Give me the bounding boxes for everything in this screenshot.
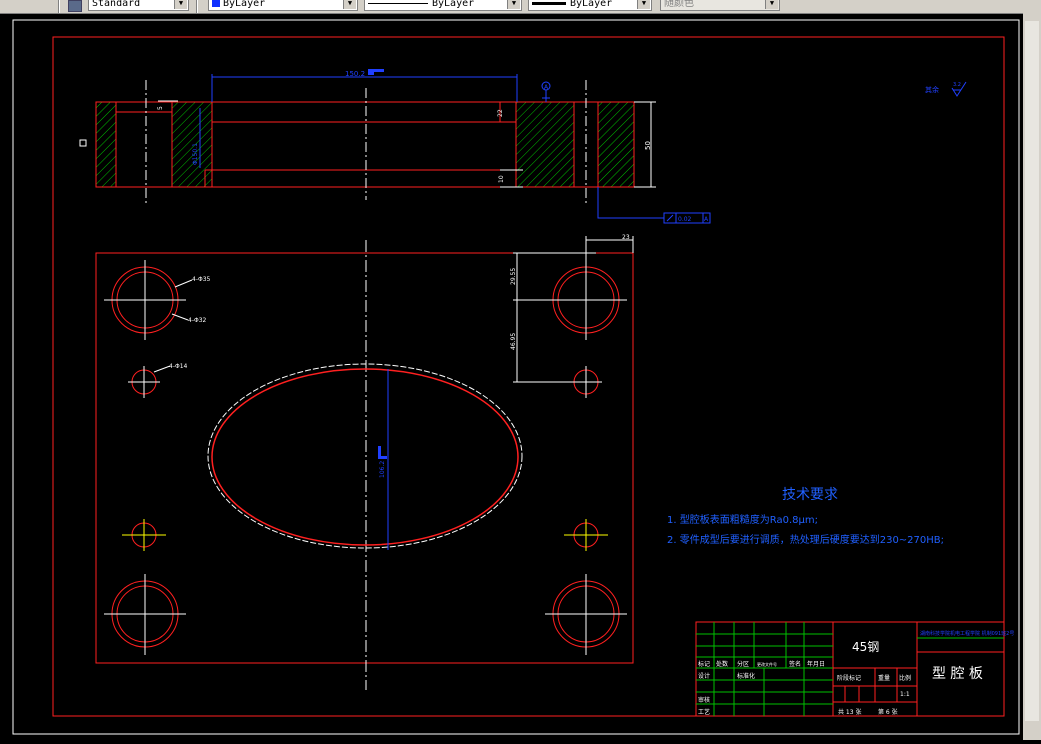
scrollbar-track[interactable] bbox=[1025, 21, 1039, 721]
hatch-right-inner bbox=[515, 101, 575, 188]
dim-22: 22 bbox=[497, 109, 504, 117]
dim-top-width: 150.2 bbox=[345, 70, 365, 78]
dim-depth-5: 5 bbox=[157, 106, 164, 110]
plot-style-value: 随颜色 bbox=[664, 0, 694, 9]
tb-header-docno: 更改文件号 bbox=[757, 661, 777, 667]
dim-29-55: 29.55 bbox=[510, 268, 517, 285]
properties-toolbar: Standard ▼ ByLayer ▼ ByLayer ▼ ByLayer ▼… bbox=[0, 0, 1041, 14]
drawing-canvas[interactable]: 150.2 5 Φ150.1 22 10 50 A 0.02 A 其余 3.2 … bbox=[0, 13, 1041, 740]
cad-drawing: 150.2 5 Φ150.1 22 10 50 A 0.02 A 其余 3.2 … bbox=[12, 19, 1020, 735]
cavity-outline bbox=[207, 363, 523, 549]
color-swatch-icon bbox=[212, 0, 220, 7]
chevron-down-icon[interactable]: ▼ bbox=[343, 0, 356, 9]
section-view: 150.2 5 Φ150.1 22 10 50 A 0.02 A bbox=[79, 69, 711, 224]
tb-row-design: 设计 bbox=[698, 672, 710, 680]
chevron-down-icon[interactable]: ▼ bbox=[637, 0, 650, 9]
hatch-left bbox=[95, 101, 117, 188]
tech-title: 技术要求 bbox=[782, 487, 838, 503]
tb-header-count: 处数 bbox=[716, 660, 728, 668]
text-style-icon[interactable] bbox=[68, 0, 82, 12]
linetype-sample-icon bbox=[368, 2, 428, 4]
plate-plan-outline bbox=[95, 252, 634, 664]
label-holes-large-b: 4-Φ32 bbox=[188, 317, 207, 324]
plot-style-dropdown[interactable]: 随颜色 ▼ bbox=[660, 0, 780, 11]
linetype-dropdown[interactable]: ByLayer ▼ bbox=[364, 0, 522, 11]
chevron-down-icon[interactable]: ▼ bbox=[507, 0, 520, 9]
hatch-right bbox=[597, 101, 635, 188]
tb-row-scale: 比例 bbox=[899, 674, 911, 682]
roughness-note: 其余 bbox=[925, 85, 939, 94]
text-style-value: Standard bbox=[92, 0, 141, 9]
tb-row-stage: 阶段标记 bbox=[837, 674, 861, 682]
chevron-down-icon[interactable]: ▼ bbox=[174, 0, 187, 9]
lineweight-sample-icon bbox=[532, 1, 566, 5]
label-holes-large-a: 4-Φ35 bbox=[192, 276, 211, 283]
lineweight-dropdown[interactable]: ByLayer ▼ bbox=[528, 0, 652, 11]
dim-106-2: 106.2 bbox=[379, 461, 386, 478]
tb-sheet-no: 第 6 张 bbox=[878, 708, 898, 716]
dim-23: 23 bbox=[622, 234, 630, 241]
tb-row-process: 工艺 bbox=[698, 708, 710, 716]
dim-bore: Φ150.1 bbox=[192, 143, 199, 165]
tb-row-review: 审核 bbox=[698, 696, 710, 704]
tb-school-name: 湖南科技学院机电工程学院 机制091班2号 bbox=[920, 630, 1014, 637]
tech-requirements: 技术要求 1. 型腔板表面粗糙度为Ra0.8μm; 2. 零件成型后要进行调质，… bbox=[667, 487, 944, 546]
tolerance-value: 0.02 bbox=[678, 216, 692, 223]
tech-item-1: 1. 型腔板表面粗糙度为Ra0.8μm; bbox=[667, 513, 818, 526]
roughness-value: 3.2 bbox=[953, 82, 961, 88]
tb-material: 45钢 bbox=[852, 640, 879, 654]
color-dropdown[interactable]: ByLayer ▼ bbox=[208, 0, 358, 11]
dim-50: 50 bbox=[644, 141, 652, 150]
color-value: ByLayer bbox=[223, 0, 266, 9]
tb-scale-value: 1:1 bbox=[900, 691, 910, 698]
tb-part-name: 型 腔 板 bbox=[932, 666, 983, 682]
roughness-symbol: 其余 3.2 bbox=[925, 81, 967, 97]
tb-header-mark: 标记 bbox=[698, 660, 710, 668]
tb-header-date: 年月日 bbox=[807, 660, 825, 668]
linetype-value: ByLayer bbox=[432, 0, 475, 9]
label-holes-small: 4-Φ14 bbox=[169, 363, 188, 370]
datum-mark: A bbox=[544, 84, 549, 91]
text-style-dropdown[interactable]: Standard ▼ bbox=[88, 0, 189, 11]
cavity-edge bbox=[211, 368, 519, 546]
dim-10: 10 bbox=[498, 175, 505, 183]
vertical-scrollbar[interactable] bbox=[1023, 13, 1041, 740]
tech-item-2: 2. 零件成型后要进行调质，热处理后硬度要达到230~270HB; bbox=[667, 533, 944, 546]
title-block: 标记 处数 分区 更改文件号 签名 年月日 设计 审核 工艺 标准化 阶段标记 … bbox=[695, 621, 1014, 717]
tb-header-sign: 签名 bbox=[789, 660, 801, 668]
toolbar-separator bbox=[196, 0, 198, 13]
tb-header-zone: 分区 bbox=[737, 660, 749, 668]
tb-sheet-total: 共 13 张 bbox=[838, 708, 861, 716]
lineweight-value: ByLayer bbox=[570, 0, 613, 9]
toolbar-separator bbox=[58, 0, 60, 13]
tb-row-weight: 重量 bbox=[878, 674, 890, 682]
chevron-down-icon[interactable]: ▼ bbox=[765, 0, 778, 9]
tb-row-std: 标准化 bbox=[737, 672, 755, 680]
dim-46-95: 46.95 bbox=[510, 333, 517, 350]
plan-view: 4-Φ35 4-Φ32 4-Φ14 23 29.55 46.95 106.2 bbox=[95, 234, 634, 690]
tolerance-datum: A bbox=[704, 216, 709, 223]
